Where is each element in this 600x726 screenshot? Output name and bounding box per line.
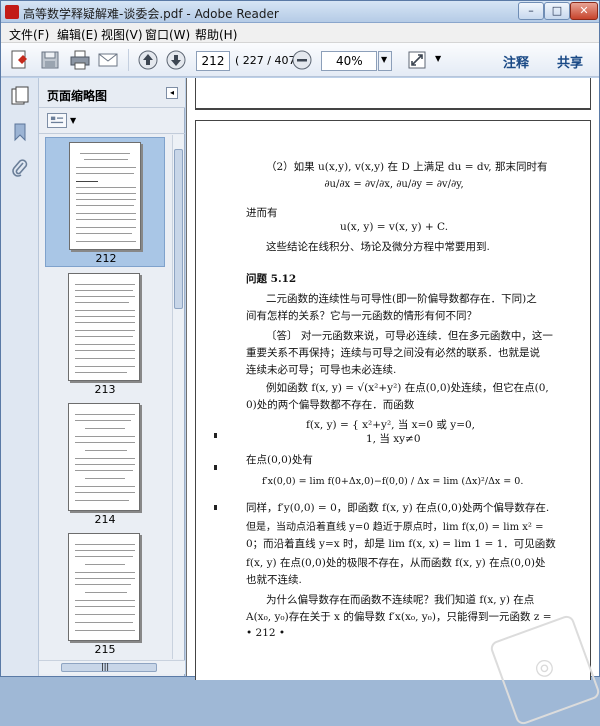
formula: f′x(0,0) = lim f(0+Δx,0)−f(0,0) / Δx = l… <box>262 476 524 487</box>
share-button[interactable]: 共享 <box>557 52 583 71</box>
panel-title: 页面缩略图 <box>47 89 108 103</box>
fit-dropdown[interactable]: ▼ <box>433 51 447 71</box>
text-line: 二元函数的连续性与可导性(即一阶偏导数都存在．下同)之 <box>266 293 537 305</box>
page-number-input[interactable] <box>196 51 230 71</box>
formula: ∂u/∂x = ∂v/∂x, ∂u/∂y = ∂v/∂y, <box>324 179 464 190</box>
menu-edit[interactable]: 编辑(E) <box>57 26 98 43</box>
text-line: 这些结论在线积分、场论及微分方程中常要用到. <box>266 241 490 253</box>
page-number: • 212 • <box>246 627 286 639</box>
text-line: 但是，当动点沿着直线 y=0 趋近于原点时，lim f(x,0) = lim x… <box>246 522 544 533</box>
text-line: f(x, y) 在点(0,0)处的极限不存在，从而函数 f(x, y) 在点(0… <box>246 557 546 569</box>
menu-help[interactable]: 帮助(H) <box>195 26 237 43</box>
menu-bar: 文件(F) 编辑(E) 视图(V) 窗口(W) 帮助(H) <box>1 23 599 43</box>
reader-window: 高等数学释疑解难-谈委会.pdf - Adobe Reader – □ ✕ 文件… <box>0 0 600 726</box>
text-line: （2）如果 u(x,y), v(x,y) 在 D 上满足 du = dv, 那末… <box>266 161 548 173</box>
maximize-button[interactable]: □ <box>544 2 570 20</box>
text-line: 间有怎样的关系？它与一元函数的情形有何不同？ <box>246 310 477 322</box>
thumbnail-label: 214 <box>94 513 116 526</box>
create-pdf-icon[interactable] <box>9 49 31 71</box>
thumbnail-image <box>68 403 140 511</box>
menu-window[interactable]: 窗口(W) <box>145 26 190 43</box>
text-line: 重要关系不再保持；连续与可导之间没有必然的联系．也就是说 <box>246 347 540 359</box>
zoom-out-icon[interactable] <box>291 49 313 71</box>
window-title: 高等数学释疑解难-谈委会.pdf - Adobe Reader <box>23 7 279 21</box>
next-page-icon[interactable] <box>165 49 187 71</box>
text-line: 0)处的两个偏导数都不存在．而函数 <box>246 399 415 411</box>
formula: f(x, y) = { x²+y², 当 x=0 或 y=0, <box>306 419 476 431</box>
text-line: 0；而沿着直线 y=x 时，却是 lim f(x, x) = lim 1 = 1… <box>246 538 556 550</box>
previous-page-icon[interactable] <box>137 49 159 71</box>
save-icon[interactable] <box>39 49 61 71</box>
print-icon[interactable] <box>69 49 91 71</box>
scan-mark <box>214 465 217 470</box>
comment-button[interactable]: 注释 <box>503 52 529 71</box>
formula: 1, 当 xy≠0 <box>366 433 421 445</box>
text-line: 为什么偏导数存在而函数不连续呢？我们知道 f(x, y) 在点 <box>266 594 535 606</box>
text-line: 同样，f′y(0,0) = 0，即函数 f(x, y) 在点(0,0)处两个偏导… <box>246 502 550 514</box>
thumbnail-label: 213 <box>94 383 116 396</box>
chevron-down-icon: ▼ <box>381 55 388 64</box>
panel-toolbar: ▼ <box>39 108 185 134</box>
thumbnail-image <box>68 273 140 381</box>
grip-icon: ||| <box>101 662 110 671</box>
bookmarks-icon[interactable] <box>10 122 30 142</box>
formula: u(x, y) = v(x, y) + C. <box>339 221 449 233</box>
menu-view[interactable]: 视图(V) <box>101 26 143 43</box>
thumbnail-list: 212 213 214 215 <box>39 135 171 659</box>
thumbnail-page-215[interactable]: 215 <box>45 529 165 657</box>
toolbar-separator <box>128 49 129 71</box>
text-line: 在点(0,0)处有 <box>246 454 313 466</box>
title-bar: 高等数学释疑解难-谈委会.pdf - Adobe Reader – □ ✕ <box>1 1 599 23</box>
toolbar: ( 227 / 407 ) 40% ▼ ▼ 注释 共享 <box>1 43 599 77</box>
menu-file[interactable]: 文件(F) <box>9 26 49 43</box>
email-icon[interactable] <box>97 49 119 71</box>
thumbnail-page-214[interactable]: 214 <box>45 399 165 527</box>
options-menu-icon[interactable] <box>47 113 67 128</box>
page-thumbnails-icon[interactable] <box>10 86 30 106</box>
thumbnail-label: 212 <box>95 252 117 265</box>
thumbnails-panel: 页面缩略图 ◂ ▼ 212 213 214 215 ||| <box>39 78 185 676</box>
panel-header: 页面缩略图 ◂ <box>39 78 185 108</box>
navigation-rail <box>1 78 39 676</box>
fit-window-icon[interactable] <box>406 49 428 71</box>
watermark-stamp: ◎ <box>488 613 600 726</box>
text-line: 〔答〕 对一元函数来说，可导必连续．但在多元函数中，这一 <box>266 330 553 342</box>
adobe-reader-icon <box>5 5 19 19</box>
scan-mark <box>214 433 217 438</box>
chevron-down-icon: ▼ <box>435 54 442 63</box>
thumbnail-image <box>69 142 141 250</box>
thumbnail-scrollbar[interactable] <box>172 135 184 659</box>
scrollbar-thumb[interactable] <box>174 149 183 309</box>
document-view[interactable]: （2）如果 u(x,y), v(x,y) 在 D 上满足 du = dv, 那末… <box>186 78 600 726</box>
pdf-page: （2）如果 u(x,y), v(x,y) 在 D 上满足 du = dv, 那末… <box>195 120 600 726</box>
previous-page-edge <box>195 78 591 110</box>
text-line: A(x₀, y₀)存在关于 x 的偏导数 f′x(x₀, y₀)，只能得到一元函… <box>246 611 552 623</box>
thumbnail-page-212[interactable]: 212 <box>45 137 165 267</box>
collapse-panel-button[interactable]: ◂ <box>166 87 178 99</box>
minimize-button[interactable]: – <box>518 2 544 20</box>
thumbnail-horizontal-scrollbar[interactable]: ||| <box>39 660 185 674</box>
attachments-icon[interactable] <box>10 158 30 178</box>
text-line: 进而有 <box>246 207 278 219</box>
scan-mark <box>214 505 217 510</box>
thumbnail-image <box>68 533 140 641</box>
zoom-dropdown[interactable]: ▼ <box>378 51 392 71</box>
text-line: 也就不连续. <box>246 574 302 586</box>
section-heading: 问题 5.12 <box>246 273 297 285</box>
chevron-down-icon[interactable]: ▼ <box>70 116 76 125</box>
thumbnail-page-213[interactable]: 213 <box>45 269 165 397</box>
close-button[interactable]: ✕ <box>570 2 598 20</box>
thumbnail-label: 215 <box>94 643 116 656</box>
text-line: 连续未必可导；可导也未必连续. <box>246 364 397 376</box>
text-line: 例如函数 f(x, y) = √(x²+y²) 在点(0,0)处连续，但它在点(… <box>266 382 549 394</box>
zoom-level-input[interactable]: 40% <box>321 51 377 71</box>
